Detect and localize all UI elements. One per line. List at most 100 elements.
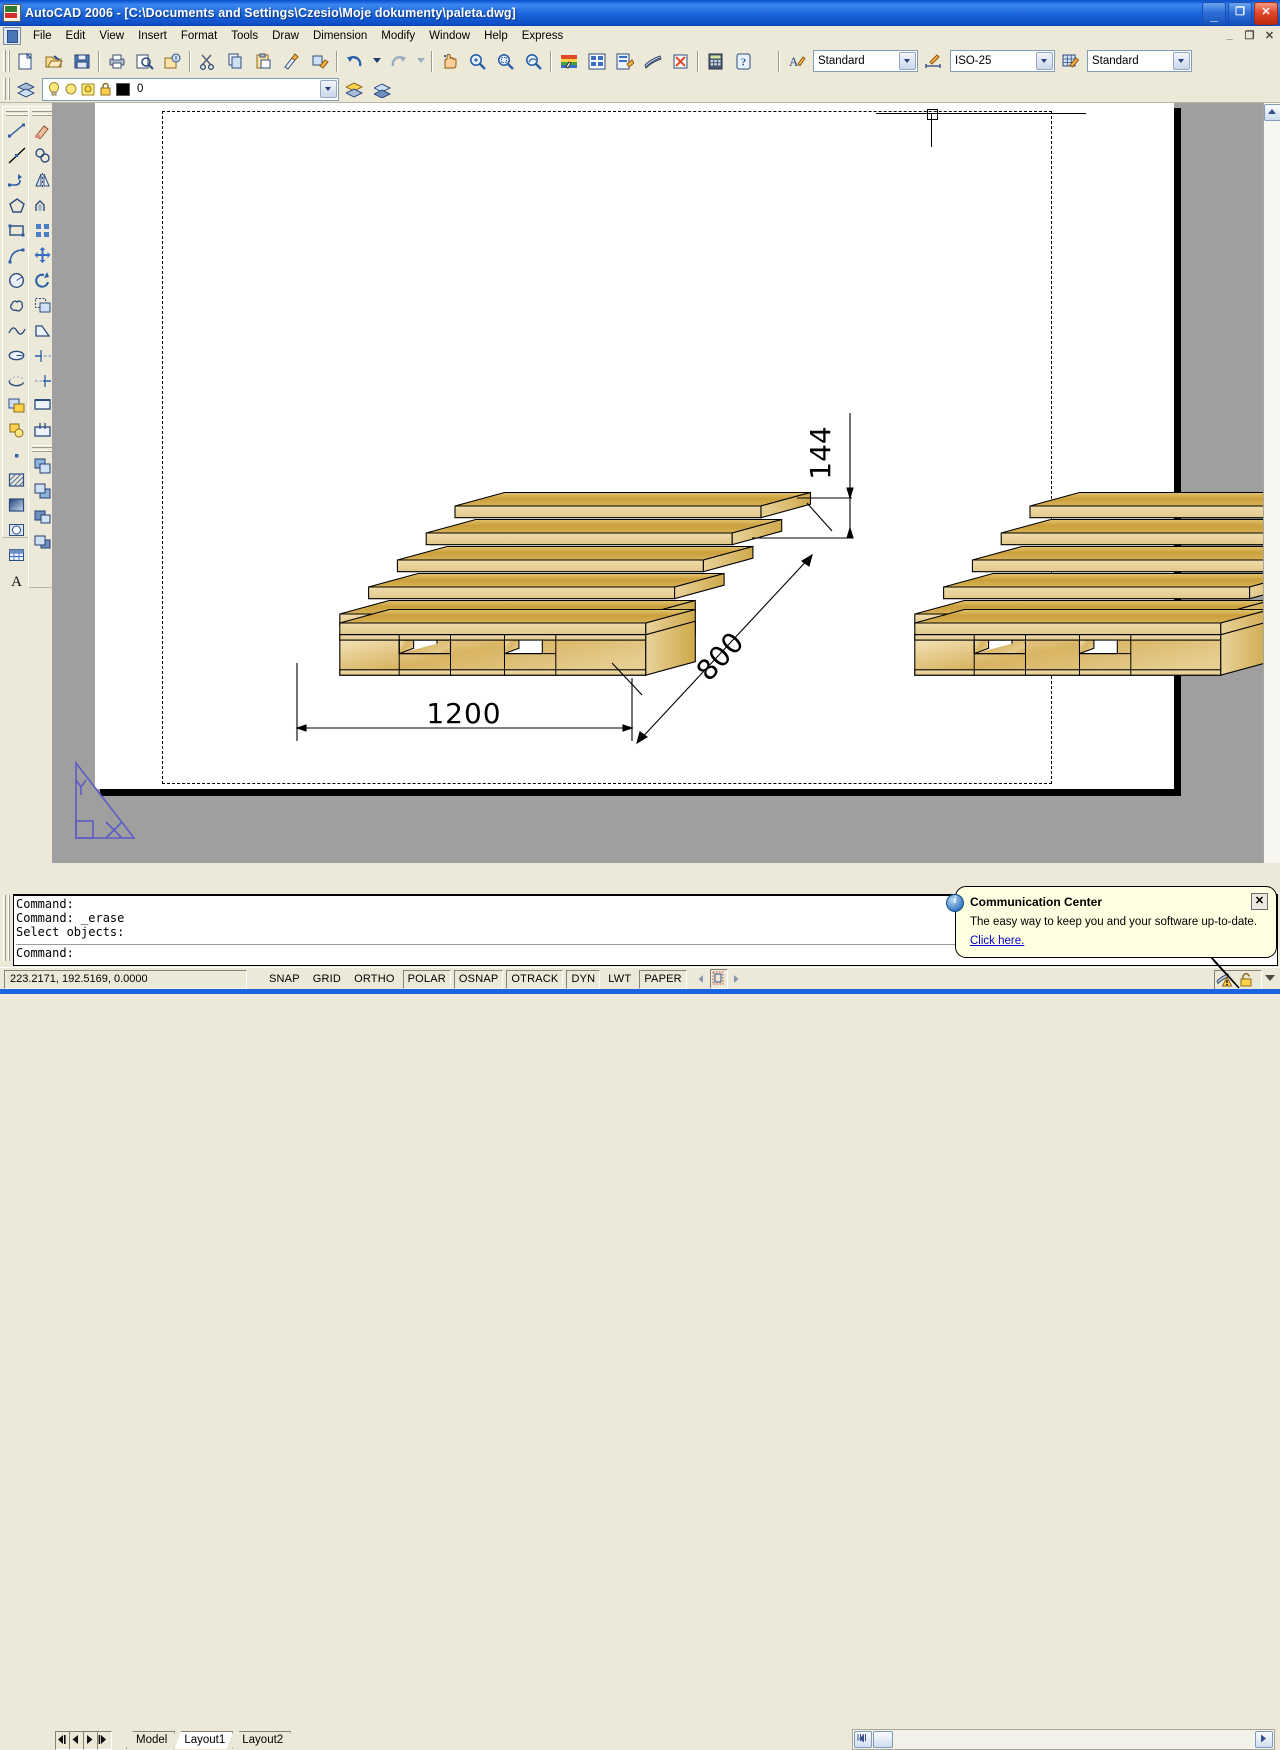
- tray-scroll-left-icon[interactable]: [695, 971, 708, 987]
- drawing-area[interactable]: 1200 800 144: [52, 103, 1263, 863]
- text-style-combo[interactable]: Standard: [813, 50, 918, 72]
- zoom-realtime-icon[interactable]: [465, 49, 491, 74]
- make-block-icon[interactable]: [4, 418, 30, 443]
- status-toggle-ortho[interactable]: ORTHO: [349, 970, 400, 989]
- ellipse-arc-icon[interactable]: [4, 368, 30, 393]
- toolbar-grip[interactable]: [3, 895, 10, 961]
- menu-format[interactable]: Format: [174, 28, 224, 44]
- mdi-restore-button[interactable]: ❐: [1243, 29, 1256, 42]
- chevron-down-icon[interactable]: [899, 52, 916, 70]
- mdi-minimize-button[interactable]: _: [1223, 29, 1236, 42]
- help-icon[interactable]: ?: [731, 49, 757, 74]
- status-toggle-dyn[interactable]: DYN: [566, 970, 600, 989]
- scrollbar-thumb[interactable]: [873, 1731, 893, 1748]
- menu-help[interactable]: Help: [477, 28, 515, 44]
- ellipse-icon[interactable]: [4, 343, 30, 368]
- polyline-icon[interactable]: [4, 168, 30, 193]
- padlock-icon[interactable]: [97, 81, 114, 98]
- open-icon[interactable]: [41, 49, 67, 74]
- status-toggle-grid[interactable]: GRID: [308, 970, 346, 989]
- menu-tools[interactable]: Tools: [224, 28, 265, 44]
- revision-cloud-icon[interactable]: [4, 293, 30, 318]
- copy-icon[interactable]: [223, 49, 249, 74]
- designcenter-icon[interactable]: [584, 49, 610, 74]
- scroll-up-button[interactable]: [1264, 104, 1280, 121]
- table-style-combo[interactable]: Standard: [1087, 50, 1192, 72]
- next-layout-button[interactable]: [83, 1731, 98, 1750]
- rectangle-icon[interactable]: [4, 218, 30, 243]
- first-layout-button[interactable]: [55, 1731, 70, 1750]
- previous-layout-button[interactable]: [69, 1731, 84, 1750]
- zoom-previous-icon[interactable]: [521, 49, 547, 74]
- table-style-icon[interactable]: [1058, 49, 1084, 74]
- menu-insert[interactable]: Insert: [131, 28, 174, 44]
- toolbar-grip[interactable]: [3, 78, 10, 100]
- sheet-set-icon[interactable]: [640, 49, 666, 74]
- layer-properties-icon[interactable]: [13, 77, 39, 102]
- spline-icon[interactable]: [4, 318, 30, 343]
- undo-dropdown-icon[interactable]: [370, 49, 384, 74]
- properties-icon[interactable]: [556, 49, 582, 74]
- maximize-viewport-icon[interactable]: [710, 969, 728, 989]
- chevron-down-icon[interactable]: [1173, 52, 1190, 70]
- pan-realtime-icon[interactable]: [437, 49, 463, 74]
- toolbar-grip[interactable]: [6, 109, 28, 116]
- balloon-link[interactable]: Click here.: [970, 935, 1024, 947]
- status-toggle-osnap[interactable]: OSNAP: [454, 970, 504, 989]
- layer-control-combo[interactable]: 0: [42, 78, 339, 101]
- redo-dropdown-icon[interactable]: [414, 49, 428, 74]
- toolbar-grip[interactable]: [3, 50, 10, 72]
- layer-previous-icon[interactable]: [370, 77, 396, 102]
- lightbulb-on-icon[interactable]: [46, 81, 63, 98]
- polygon-icon[interactable]: [4, 193, 30, 218]
- dimension-style-icon[interactable]: [921, 49, 947, 74]
- cut-icon[interactable]: [195, 49, 221, 74]
- tab-layout2[interactable]: Layout2: [232, 1731, 291, 1749]
- tool-palettes-icon[interactable]: [612, 49, 638, 74]
- status-toggle-polar[interactable]: POLAR: [403, 970, 451, 989]
- sun-icon[interactable]: [63, 81, 80, 98]
- point-icon[interactable]: [4, 443, 30, 468]
- scroll-right-button[interactable]: [1255, 1731, 1273, 1748]
- menu-dimension[interactable]: Dimension: [306, 28, 374, 44]
- plot-preview-icon[interactable]: [132, 49, 158, 74]
- plot-icon[interactable]: [104, 49, 130, 74]
- status-toggle-snap[interactable]: SNAP: [264, 970, 305, 989]
- zoom-window-icon[interactable]: [493, 49, 519, 74]
- freeze-viewport-icon[interactable]: [80, 81, 97, 98]
- menu-express[interactable]: Express: [515, 28, 571, 44]
- vertical-scrollbar[interactable]: [1263, 103, 1280, 863]
- tab-model[interactable]: Model: [126, 1731, 175, 1749]
- paste-icon[interactable]: [251, 49, 277, 74]
- last-layout-button[interactable]: [97, 1731, 112, 1750]
- dimension-style-combo[interactable]: ISO-25: [950, 50, 1055, 72]
- mdi-close-button[interactable]: ✕: [1263, 29, 1276, 42]
- insert-block-icon[interactable]: [4, 393, 30, 418]
- line-icon[interactable]: [4, 118, 30, 143]
- toolbar-grip[interactable]: [32, 109, 54, 116]
- markup-set-icon[interactable]: [668, 49, 694, 74]
- hatch-icon[interactable]: [4, 468, 30, 493]
- text-style-icon[interactable]: A: [784, 49, 810, 74]
- publish-icon[interactable]: [160, 49, 186, 74]
- toolbar-grip[interactable]: [32, 445, 54, 452]
- coordinates-display[interactable]: 223.2171, 192.5169, 0.0000: [4, 970, 247, 989]
- menu-edit[interactable]: Edit: [59, 28, 93, 44]
- arc-icon[interactable]: [4, 243, 30, 268]
- tab-layout1[interactable]: Layout1: [174, 1731, 233, 1749]
- status-toggle-paper[interactable]: PAPER: [639, 970, 686, 989]
- tray-scroll-right-icon[interactable]: [730, 971, 743, 987]
- status-toggle-otrack[interactable]: OTRACK: [506, 970, 563, 989]
- restore-button[interactable]: ❐: [1228, 2, 1252, 25]
- layer-color-swatch[interactable]: [116, 83, 130, 96]
- document-control-icon[interactable]: [3, 27, 21, 45]
- menu-draw[interactable]: Draw: [265, 28, 306, 44]
- save-icon[interactable]: [69, 49, 95, 74]
- table-icon[interactable]: [4, 543, 30, 568]
- menu-modify[interactable]: Modify: [374, 28, 422, 44]
- multiline-text-icon[interactable]: A: [4, 568, 30, 593]
- circle-icon[interactable]: [4, 268, 30, 293]
- minimize-button[interactable]: _: [1202, 2, 1226, 25]
- gradient-icon[interactable]: [4, 493, 30, 518]
- chevron-down-icon[interactable]: [320, 80, 337, 98]
